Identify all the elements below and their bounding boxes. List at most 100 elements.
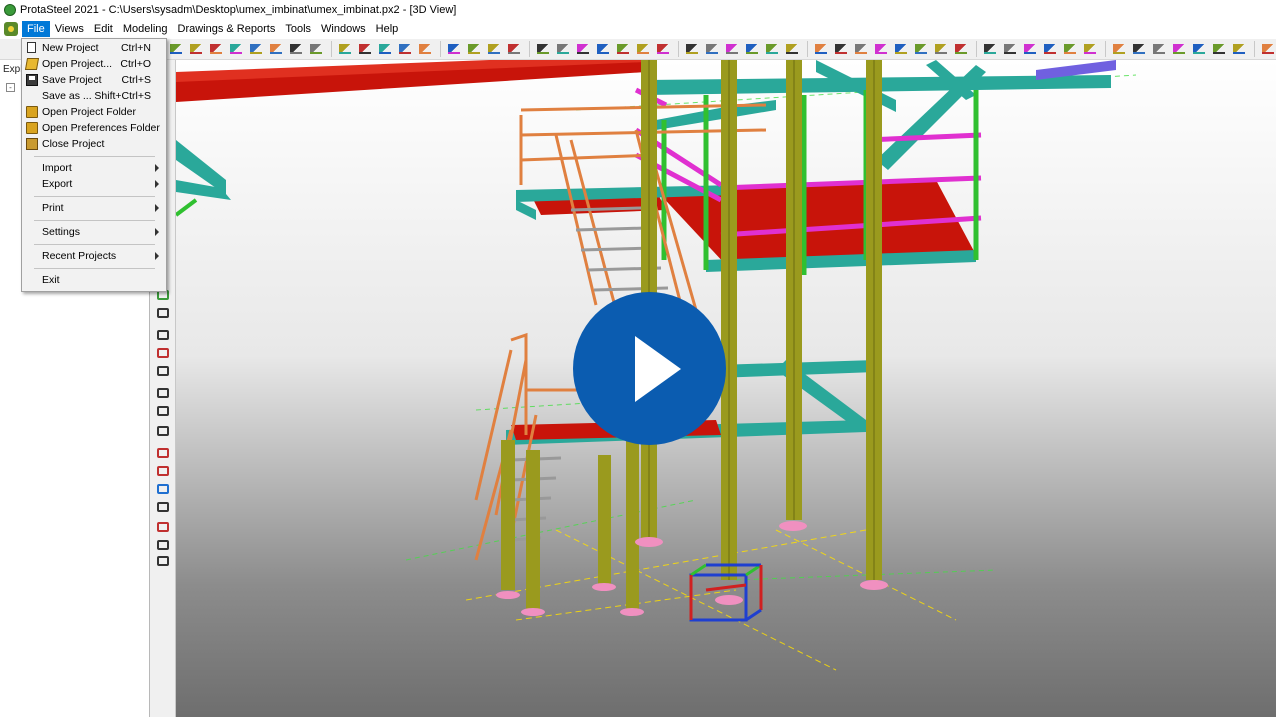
menu-file[interactable]: File [22, 21, 50, 37]
toolbar-tool-icon[interactable] [724, 41, 740, 57]
toolbar-tool-icon[interactable] [466, 41, 482, 57]
side-tool-icon[interactable] [155, 500, 171, 514]
toolbar-tool-icon[interactable] [933, 41, 949, 57]
toolbar-tool-icon[interactable] [833, 41, 849, 57]
side-tool-icon[interactable] [155, 346, 171, 360]
toolbar-tool-icon[interactable] [953, 41, 969, 57]
side-tool-icon[interactable] [155, 404, 171, 418]
side-tool-icon[interactable] [155, 538, 171, 552]
toolbar-tool-icon[interactable] [853, 41, 869, 57]
menu-edit[interactable]: Edit [89, 21, 118, 37]
toolbar-tool-icon[interactable] [1260, 41, 1276, 57]
toolbar-tool-icon[interactable] [535, 41, 551, 57]
toolbar-tool-icon[interactable] [357, 41, 373, 57]
toolbar-tool-icon[interactable] [704, 41, 720, 57]
menu-item-settings[interactable]: Settings [23, 224, 165, 240]
toolbar-tool-icon[interactable] [595, 41, 611, 57]
toolbar-tool-icon[interactable] [1042, 41, 1058, 57]
tree-collapse-toggle[interactable]: - [6, 83, 15, 92]
toolbar-tool-icon[interactable] [1062, 41, 1078, 57]
menu-item-save-project[interactable]: Save Project Ctrl+S [23, 72, 165, 88]
toolbar-tool-icon[interactable] [1002, 41, 1018, 57]
toolbar-tool-icon[interactable] [982, 41, 998, 57]
toolbar-tool-icon[interactable] [1131, 41, 1147, 57]
menu-item-close-project[interactable]: Close Project [23, 136, 165, 152]
toolbar-tool-icon[interactable] [784, 41, 800, 57]
tool-glyph-icon [984, 44, 996, 54]
menu-drawings-reports[interactable]: Drawings & Reports [173, 21, 281, 37]
toolbar-tool-icon[interactable] [635, 41, 651, 57]
menu-item-exit[interactable]: Exit [23, 272, 165, 288]
toolbar-tool-icon[interactable] [1111, 41, 1127, 57]
toolbar-tool-icon[interactable] [268, 41, 284, 57]
toolbar-tool-icon[interactable] [337, 41, 353, 57]
menu-windows[interactable]: Windows [316, 21, 371, 37]
menu-item-new-project[interactable]: New Project Ctrl+N [23, 40, 165, 56]
toolbar-tool-icon[interactable] [913, 41, 929, 57]
toolbar-tool-icon[interactable] [446, 41, 462, 57]
toolbar-tool-icon[interactable] [377, 41, 393, 57]
play-video-button[interactable] [573, 292, 726, 445]
menu-views[interactable]: Views [50, 21, 89, 37]
tool-glyph-icon [468, 44, 480, 54]
toolbar-tool-icon[interactable] [168, 41, 184, 57]
side-tool-icon[interactable] [155, 424, 171, 438]
side-tool-icon[interactable] [155, 306, 171, 320]
toolbar-tool-icon[interactable] [397, 41, 413, 57]
menu-item-import[interactable]: Import [23, 160, 165, 176]
toolbar-tool-icon[interactable] [684, 41, 700, 57]
menu-item-open-project-folder[interactable]: Open Project Folder [23, 104, 165, 120]
menu-modeling[interactable]: Modeling [118, 21, 173, 37]
toolbar-tool-icon[interactable] [228, 41, 244, 57]
side-tool-icon[interactable] [155, 520, 171, 534]
tool-glyph-icon [835, 44, 847, 54]
toolbar-tool-icon[interactable] [555, 41, 571, 57]
toolbar-tool-icon[interactable] [1151, 41, 1167, 57]
toolbar-tool-icon[interactable] [208, 41, 224, 57]
menu-item-export[interactable]: Export [23, 176, 165, 192]
menu-item-open-project[interactable]: Open Project... Ctrl+O [23, 56, 165, 72]
side-tool-icon[interactable] [155, 364, 171, 378]
toolbar-tool-icon[interactable] [1022, 41, 1038, 57]
toolbar-tool-icon[interactable] [1191, 41, 1207, 57]
toolbar-tool-icon[interactable] [308, 41, 324, 57]
toolbar-tool-icon[interactable] [1211, 41, 1227, 57]
side-tool-icon[interactable] [155, 464, 171, 478]
toolbar-tool-icon[interactable] [615, 41, 631, 57]
menu-separator [34, 268, 155, 269]
tool-glyph-icon [706, 44, 718, 54]
toolbar-tool-icon[interactable] [188, 41, 204, 57]
menu-item-save-as[interactable]: Save as ... Shift+Ctrl+S [23, 88, 165, 104]
toolbar-tool-icon[interactable] [873, 41, 889, 57]
close-folder-icon [26, 138, 38, 150]
toolbar-tool-icon[interactable] [575, 41, 591, 57]
menu-separator [34, 156, 155, 157]
side-tool-icon[interactable] [155, 328, 171, 342]
side-tool-icon[interactable] [155, 482, 171, 496]
toolbar-tool-icon[interactable] [248, 41, 264, 57]
toolbar-tool-icon[interactable] [764, 41, 780, 57]
side-tool-icon[interactable] [155, 386, 171, 400]
toolbar-tool-icon[interactable] [813, 41, 829, 57]
toolbar-tool-icon[interactable] [744, 41, 760, 57]
toolbar-tool-icon[interactable] [893, 41, 909, 57]
toolbar-tool-icon[interactable] [1231, 41, 1247, 57]
menu-item-recent-projects[interactable]: Recent Projects [23, 248, 165, 264]
side-tool-icon[interactable] [155, 554, 171, 568]
toolbar-tool-icon[interactable] [506, 41, 522, 57]
3d-viewport[interactable] [176, 60, 1276, 717]
toolbar-tool-icon[interactable] [417, 41, 433, 57]
menu-tools[interactable]: Tools [280, 21, 316, 37]
menu-help[interactable]: Help [371, 21, 404, 37]
toolbar-tool-icon[interactable] [486, 41, 502, 57]
menu-item-open-preferences-folder[interactable]: Open Preferences Folder [23, 120, 165, 136]
app-logo-icon[interactable] [4, 22, 18, 36]
toolbar-tool-icon[interactable] [1082, 41, 1098, 57]
toolbar-tool-icon[interactable] [1171, 41, 1187, 57]
menu-item-label: Open Project... [42, 58, 113, 70]
toolbar-tool-icon[interactable] [288, 41, 304, 57]
toolbar-tool-icon[interactable] [655, 41, 671, 57]
side-tool-icon[interactable] [155, 446, 171, 460]
menu-item-label: Open Preferences Folder [42, 122, 160, 134]
menu-item-print[interactable]: Print [23, 200, 165, 216]
